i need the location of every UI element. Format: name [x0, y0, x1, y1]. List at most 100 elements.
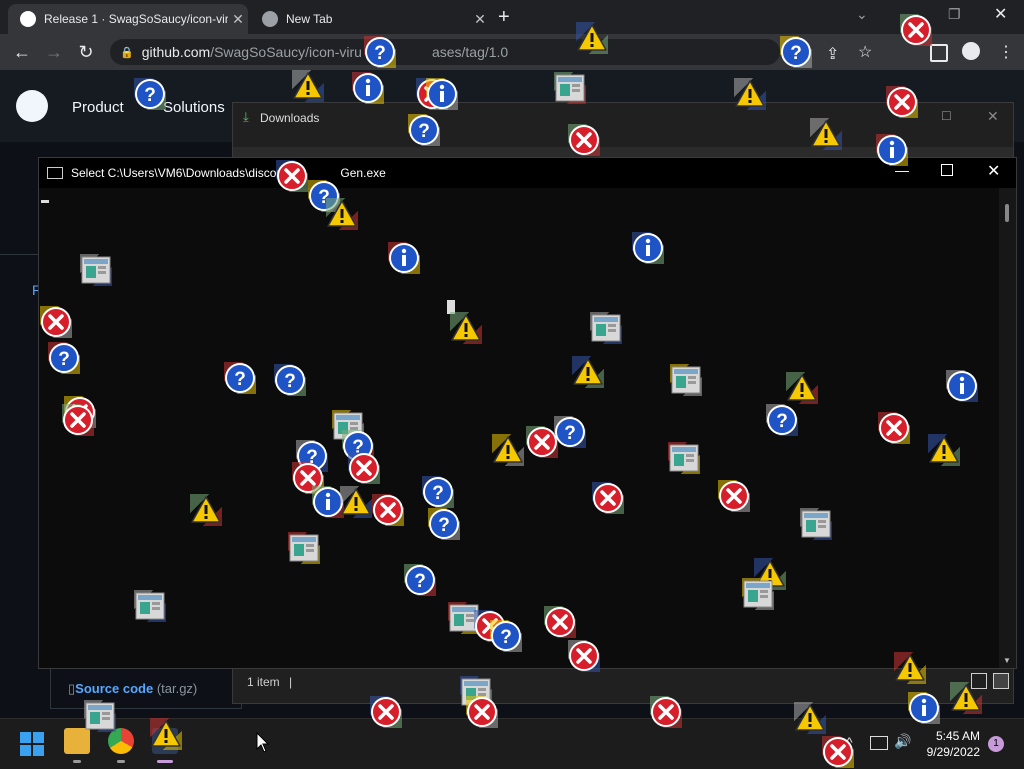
error-icon — [900, 14, 932, 46]
error-icon — [62, 404, 94, 436]
tab-title: Release 1 · SwagSoSaucy/icon-viru — [44, 12, 228, 26]
window-icon — [668, 442, 700, 474]
svg-text:?: ? — [432, 483, 444, 504]
question-icon: ? — [274, 364, 306, 396]
error-icon — [568, 640, 600, 672]
question-icon: ? — [134, 78, 166, 110]
window-icon — [742, 578, 774, 610]
console-app-icon — [47, 167, 63, 179]
window-icon — [84, 700, 116, 732]
warning-icon — [326, 198, 358, 230]
status-separator: | — [289, 675, 293, 689]
console-window[interactable]: Select C:\Users\VM6\Downloads\discor Gen.… — [38, 157, 1017, 669]
github-logo-icon[interactable] — [16, 90, 48, 122]
clock-date[interactable]: 9/29/2022 — [918, 745, 980, 759]
maximize-icon[interactable] — [941, 164, 953, 176]
tab-release[interactable]: Release 1 · SwagSoSaucy/icon-viru ✕ — [8, 4, 248, 34]
svg-text:?: ? — [58, 349, 70, 370]
warning-icon — [794, 702, 826, 734]
new-tab-button[interactable]: + — [498, 6, 510, 29]
forward-icon[interactable]: → — [42, 42, 66, 63]
start-windows-icon[interactable] — [20, 732, 44, 756]
svg-text:?: ? — [564, 423, 576, 444]
reload-icon[interactable]: ↻ — [74, 42, 98, 63]
restore-icon[interactable]: ❐ — [948, 6, 961, 23]
question-icon: ? — [408, 114, 440, 146]
scroll-down-icon[interactable]: ▼ — [1003, 656, 1011, 665]
console-scrollbar[interactable]: ▼ — [999, 188, 1016, 668]
address-bar[interactable]: 🔒 github.com/SwagSoSaucy/icon-viru ases/t… — [110, 39, 780, 65]
svg-text:?: ? — [284, 371, 296, 392]
status-item-count: 1 item — [247, 675, 280, 689]
taskbar-indicator — [73, 760, 81, 763]
error-icon — [348, 452, 380, 484]
warning-icon — [450, 312, 482, 344]
svg-text:?: ? — [374, 43, 386, 64]
svg-text:?: ? — [438, 515, 450, 536]
question-icon: ? — [490, 620, 522, 652]
close-window-icon[interactable]: ✕ — [994, 4, 1007, 24]
svg-text:?: ? — [234, 369, 246, 390]
profile-icon[interactable] — [962, 42, 980, 60]
svg-text:?: ? — [500, 627, 512, 648]
nav-product[interactable]: Product — [72, 99, 124, 116]
explorer-title: Downloads — [260, 111, 320, 125]
window-icon — [134, 590, 166, 622]
svg-text:?: ? — [776, 411, 788, 432]
chrome-icon — [262, 11, 278, 27]
info-icon — [908, 692, 940, 724]
error-icon — [544, 606, 576, 638]
lock-icon: 🔒 — [120, 46, 134, 59]
question-icon: ? — [554, 416, 586, 448]
question-icon: ? — [780, 36, 812, 68]
info-icon — [876, 134, 908, 166]
warning-icon — [786, 372, 818, 404]
error-icon — [878, 412, 910, 444]
error-icon — [372, 494, 404, 526]
question-icon: ? — [422, 476, 454, 508]
warning-icon — [340, 486, 372, 518]
warning-icon — [150, 718, 182, 750]
window-icon — [800, 508, 832, 540]
close-icon[interactable]: ✕ — [470, 11, 490, 28]
scrollbar-thumb[interactable] — [1005, 204, 1009, 222]
back-icon[interactable]: ← — [10, 42, 34, 63]
source-code-label: Source code — [75, 681, 154, 696]
question-icon: ? — [404, 564, 436, 596]
error-icon — [650, 696, 682, 728]
error-icon — [568, 124, 600, 156]
taskbar-indicator-active — [157, 760, 173, 763]
info-icon — [352, 72, 384, 104]
text-cursor — [41, 200, 49, 203]
info-icon — [388, 242, 420, 274]
tiles-view-icon[interactable] — [993, 673, 1009, 689]
svg-text:?: ? — [414, 571, 426, 592]
menu-kebab-icon[interactable]: ⋮ — [998, 42, 1014, 62]
bookmark-star-icon[interactable]: ☆ — [858, 42, 872, 62]
svg-text:?: ? — [790, 43, 802, 64]
clock-time[interactable]: 5:45 AM — [930, 729, 980, 743]
error-icon — [370, 696, 402, 728]
close-icon[interactable]: ✕ — [228, 11, 248, 28]
error-icon — [40, 306, 72, 338]
warning-icon — [492, 434, 524, 466]
side-panel-icon[interactable] — [930, 44, 948, 62]
network-icon[interactable] — [870, 736, 888, 750]
mouse-pointer-icon — [256, 731, 270, 759]
source-code-link[interactable]: ▯Source code (tar.gz) — [68, 681, 197, 697]
tab-search-icon[interactable]: ⌄ — [856, 6, 868, 23]
info-icon — [946, 370, 978, 402]
window-icon — [80, 254, 112, 286]
close-icon[interactable]: ✕ — [987, 161, 1000, 181]
volume-icon[interactable]: 🔊 — [894, 733, 911, 750]
nav-solutions[interactable]: Solutions — [163, 99, 225, 116]
tab-new-tab[interactable]: New Tab ✕ — [250, 4, 490, 34]
notification-badge[interactable]: 1 — [988, 736, 1004, 752]
warning-icon — [734, 78, 766, 110]
address-path-tail: ases/tag/1.0 — [431, 44, 509, 60]
maximize-icon[interactable]: ☐ — [941, 109, 952, 123]
share-icon[interactable]: ⇪ — [826, 44, 839, 64]
warning-icon — [810, 118, 842, 150]
close-icon[interactable]: ✕ — [987, 108, 999, 125]
warning-icon — [190, 494, 222, 526]
